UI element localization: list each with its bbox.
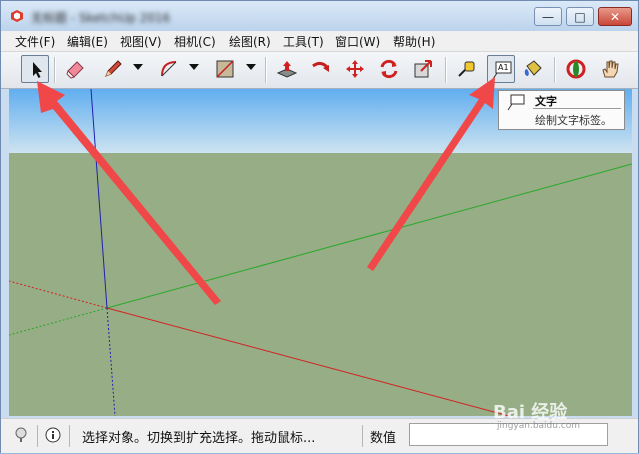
pencil-line-icon xyxy=(105,60,122,77)
menu-window[interactable]: 窗口(W) xyxy=(335,33,380,50)
scale-icon xyxy=(414,60,432,78)
close-button[interactable]: ✕ xyxy=(598,7,632,26)
arc-icon xyxy=(161,61,177,77)
follow-me-icon xyxy=(312,61,330,72)
pan-tool-button[interactable] xyxy=(596,55,624,83)
menu-bar: 文件(F) 编辑(E) 视图(V) 相机(C) 绘图(R) 工具(T) 窗口(W… xyxy=(1,31,638,52)
orbit-icon xyxy=(566,59,586,79)
text-tool-button[interactable]: A1 xyxy=(487,55,515,83)
menu-help[interactable]: 帮助(H) xyxy=(393,33,435,50)
blue-axis-positive xyxy=(90,89,108,309)
rotate-icon xyxy=(380,59,398,79)
window-title: 无标题 - SketchUp 2016 xyxy=(31,11,171,25)
paint-bucket-icon xyxy=(524,60,542,76)
rectangle-dropdown-icon[interactable] xyxy=(246,64,256,70)
menu-file[interactable]: 文件(F) xyxy=(15,33,55,50)
value-label: 数值 xyxy=(370,431,397,446)
sketchup-window: 无标题 - SketchUp 2016 — □ ✕ 文件(F) 编辑(E) 视图… xyxy=(0,0,639,453)
title-bar: 无标题 - SketchUp 2016 — □ ✕ xyxy=(1,1,638,31)
maximize-button[interactable]: □ xyxy=(566,7,594,26)
geo-location-icon[interactable] xyxy=(13,427,29,443)
select-icon xyxy=(33,62,42,78)
tape-measure-icon xyxy=(458,61,475,77)
text-tool-label: A1 xyxy=(498,63,509,72)
select-tool-button[interactable] xyxy=(21,55,49,83)
blue-axis-negative xyxy=(106,307,116,416)
menu-tools[interactable]: 工具(T) xyxy=(283,33,324,50)
move-icon xyxy=(346,60,364,78)
green-axis-positive xyxy=(106,163,632,309)
arc-dropdown-icon[interactable] xyxy=(189,64,199,70)
rotate-tool-button[interactable] xyxy=(375,55,403,83)
info-icon[interactable] xyxy=(45,427,61,443)
text-tool-tooltip: 文字 绘制文字标签。 xyxy=(498,90,625,130)
tape-measure-tool-button[interactable] xyxy=(453,55,481,83)
rectangle-icon xyxy=(216,60,234,78)
arc-tool-button[interactable] xyxy=(155,55,183,83)
axes-overlay xyxy=(9,89,632,416)
tooltip-description: 绘制文字标签。 xyxy=(535,114,612,127)
scale-tool-button[interactable] xyxy=(409,55,437,83)
main-toolbar: A1 xyxy=(1,52,638,89)
orbit-tool-button[interactable] xyxy=(562,55,590,83)
status-message: 选择对象。切换到扩充选择。拖动鼠标... xyxy=(82,431,316,446)
menu-view[interactable]: 视图(V) xyxy=(120,33,162,50)
menu-camera[interactable]: 相机(C) xyxy=(174,33,216,50)
push-pull-tool-button[interactable] xyxy=(273,55,301,83)
paint-bucket-tool-button[interactable] xyxy=(519,55,547,83)
baidu-watermark-url: jingyan.baidu.com xyxy=(497,421,581,431)
follow-me-tool-button[interactable] xyxy=(307,55,335,83)
red-axis-negative xyxy=(9,280,108,309)
model-viewport[interactable] xyxy=(9,89,632,416)
line-dropdown-icon[interactable] xyxy=(133,64,143,70)
minimize-button[interactable]: — xyxy=(534,7,562,26)
tooltip-text-icon xyxy=(507,94,525,111)
pan-icon xyxy=(602,60,619,78)
tooltip-title: 文字 xyxy=(535,95,557,108)
eraser-tool-button[interactable] xyxy=(61,55,89,83)
menu-draw[interactable]: 绘图(R) xyxy=(229,33,271,50)
rectangle-tool-button[interactable] xyxy=(211,55,239,83)
line-tool-button[interactable] xyxy=(99,55,127,83)
red-axis-positive xyxy=(106,307,510,416)
menu-edit[interactable]: 编辑(E) xyxy=(67,33,108,50)
eraser-icon xyxy=(66,61,84,79)
sketchup-logo-icon xyxy=(11,10,23,22)
move-tool-button[interactable] xyxy=(341,55,369,83)
green-axis-negative xyxy=(9,307,108,336)
push-pull-icon xyxy=(276,61,298,78)
